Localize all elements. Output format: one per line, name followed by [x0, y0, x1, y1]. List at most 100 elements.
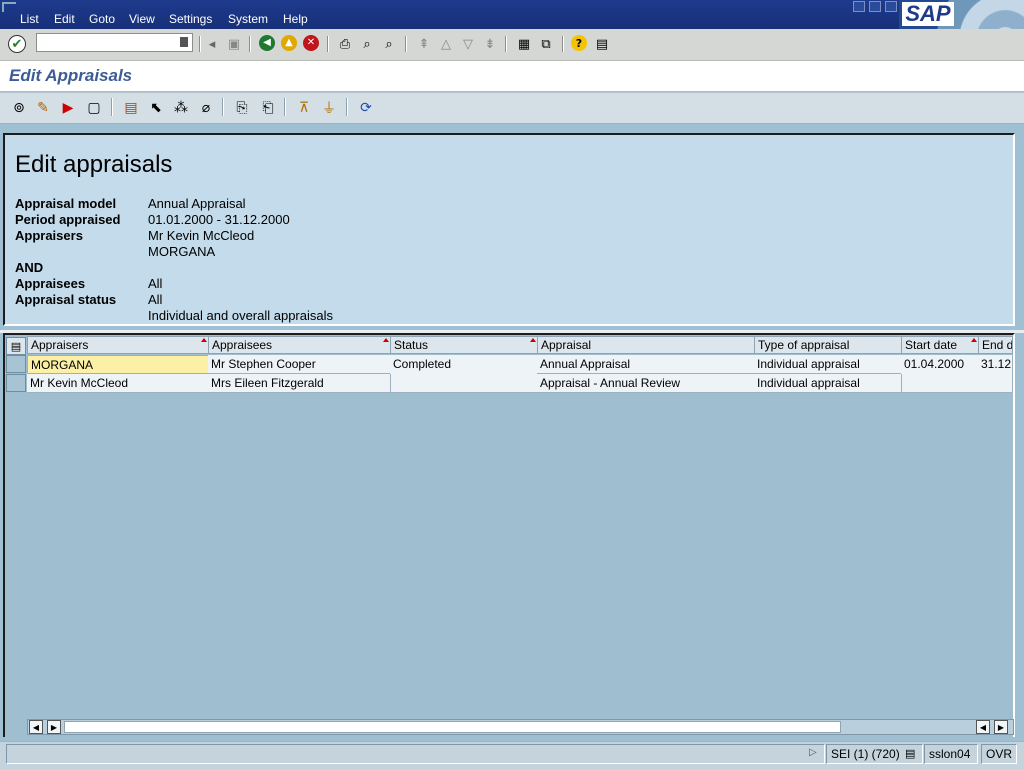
- cell-appraisal[interactable]: Annual Appraisal: [537, 355, 755, 374]
- menu-list[interactable]: List: [20, 12, 39, 26]
- scroll-page-right-icon[interactable]: ▶: [994, 720, 1008, 734]
- field-value-appraiser-2: MORGANA: [148, 244, 216, 259]
- menu-system[interactable]: System: [228, 12, 268, 26]
- toolbar-separator: [562, 36, 564, 52]
- deselect-icon[interactable]: ⌀: [195, 97, 217, 119]
- exit-icon[interactable]: ▲: [281, 35, 297, 51]
- field-label-and: AND: [15, 260, 44, 275]
- minimize-button[interactable]: [853, 1, 865, 12]
- scrollbar-thumb[interactable]: [64, 721, 841, 733]
- col-header-end-date[interactable]: End d: [978, 336, 1013, 354]
- create-icon[interactable]: ▢: [83, 97, 105, 119]
- row-selector[interactable]: [6, 355, 26, 373]
- col-header-start-date[interactable]: Start date: [901, 336, 979, 354]
- previous-page-icon[interactable]: △: [437, 35, 455, 53]
- filter-icon[interactable]: ⏚: [318, 97, 340, 119]
- toolbar-separator: [505, 36, 507, 52]
- scroll-right-icon[interactable]: ▶: [47, 720, 61, 734]
- col-header-appraisees[interactable]: Appraisees: [208, 336, 391, 354]
- page-title: Edit Appraisals: [9, 66, 133, 85]
- field-label-period: Period appraised: [15, 212, 121, 227]
- toolbar-separator: [249, 36, 251, 52]
- menu-bar: List Edit Goto View Settings System Help: [0, 0, 1024, 29]
- sap-logo: SAP: [902, 2, 954, 26]
- title-bar: [0, 61, 1024, 91]
- next-page-icon[interactable]: ▽: [459, 35, 477, 53]
- cell-appraiser[interactable]: MORGANA: [27, 355, 209, 374]
- display-icon[interactable]: ⊚: [8, 97, 30, 119]
- col-header-status[interactable]: Status: [390, 336, 538, 354]
- row-selector[interactable]: [6, 374, 26, 392]
- select-all-rows-icon[interactable]: ▤: [6, 337, 26, 355]
- field-value-appraiser-1: Mr Kevin McCleod: [148, 228, 255, 243]
- col-header-label: Start date: [905, 338, 958, 352]
- refresh-icon[interactable]: ⟳: [355, 97, 377, 119]
- menu-settings[interactable]: Settings: [169, 12, 212, 26]
- scroll-page-left-icon[interactable]: ◀: [976, 720, 990, 734]
- scroll-left-icon[interactable]: ◀: [29, 720, 43, 734]
- last-page-icon[interactable]: ⇟: [481, 35, 499, 53]
- col-header-label: End d: [982, 338, 1013, 352]
- cell-appraiser[interactable]: Mr Kevin McCleod: [27, 374, 209, 393]
- save-icon[interactable]: ▣: [225, 35, 243, 53]
- cell-appraisal[interactable]: Appraisal - Annual Review: [537, 374, 755, 393]
- toolbar-separator: [111, 98, 113, 116]
- cell-end-date[interactable]: 31.12: [978, 355, 1013, 393]
- execute-icon[interactable]: ▶: [57, 97, 79, 119]
- help-icon[interactable]: ?: [571, 35, 587, 51]
- select-all-icon[interactable]: ⁂: [170, 97, 192, 119]
- cell-type[interactable]: Individual appraisal: [754, 355, 902, 374]
- menu-edit[interactable]: Edit: [54, 12, 75, 26]
- change-icon[interactable]: ✎: [32, 97, 54, 119]
- header-heading: Edit appraisals: [15, 151, 173, 178]
- menu-view[interactable]: View: [129, 12, 155, 26]
- sort-indicator-icon: [971, 338, 977, 342]
- cell-status[interactable]: Completed: [390, 355, 538, 393]
- back-icon[interactable]: ◀: [259, 35, 275, 51]
- col-header-label: Status: [394, 338, 429, 352]
- find-icon[interactable]: ⌕: [358, 35, 376, 53]
- field-value-status: All: [148, 292, 163, 307]
- field-label-appraisees: Appraisees: [15, 276, 86, 291]
- cell-appraisee[interactable]: Mrs Eileen Fitzgerald: [208, 374, 391, 393]
- system-info-text: SEI (1) (720): [831, 747, 900, 761]
- cell-type[interactable]: Individual appraisal: [754, 374, 902, 393]
- col-header-appraisers[interactable]: Appraisers: [27, 336, 209, 354]
- select-icon[interactable]: ⬉: [145, 97, 167, 119]
- enter-icon[interactable]: ✔: [8, 35, 26, 53]
- sort-indicator-icon: [383, 338, 389, 342]
- back-arrow-small-icon[interactable]: ◂: [203, 35, 221, 53]
- sort-ascending-icon[interactable]: ⊼: [293, 97, 315, 119]
- export-icon[interactable]: ⎘: [231, 97, 253, 119]
- col-header-label: Type of appraisal: [758, 338, 850, 352]
- create-shortcut-icon[interactable]: ⧉: [537, 35, 555, 53]
- cell-start-date[interactable]: 01.04.2000: [901, 355, 979, 393]
- col-header-appraisal[interactable]: Appraisal: [537, 336, 755, 354]
- layout-menu-icon[interactable]: ▤: [593, 35, 611, 53]
- cell-appraisee[interactable]: Mr Stephen Cooper: [208, 355, 391, 374]
- insert-mode[interactable]: OVR: [981, 744, 1017, 764]
- window-corner-icon: [2, 2, 16, 12]
- toolbar-separator: [199, 36, 201, 52]
- field-value-period: 01.01.2000 - 31.12.2000: [148, 212, 290, 227]
- close-window-button[interactable]: [885, 1, 897, 12]
- menu-goto[interactable]: Goto: [89, 12, 115, 26]
- first-page-icon[interactable]: ⇞: [415, 35, 433, 53]
- details-icon[interactable]: ▤: [120, 97, 142, 119]
- find-next-icon[interactable]: ⌕: [380, 35, 398, 53]
- print-icon[interactable]: ⎙: [336, 35, 354, 53]
- system-info-list-icon[interactable]: ▤: [905, 747, 915, 760]
- appraisals-grid: [3, 333, 1015, 737]
- create-session-icon[interactable]: ▦: [515, 35, 533, 53]
- command-history-icon[interactable]: [180, 37, 188, 47]
- restore-button[interactable]: [869, 1, 881, 12]
- col-header-label: Appraisees: [212, 338, 273, 352]
- menu-help[interactable]: Help: [283, 12, 308, 26]
- status-expand-icon[interactable]: ▷: [809, 747, 817, 758]
- col-header-type[interactable]: Type of appraisal: [754, 336, 902, 354]
- import-icon[interactable]: ⎗: [257, 97, 279, 119]
- toolbar-separator: [327, 36, 329, 52]
- command-field[interactable]: [36, 33, 193, 52]
- field-value-appraisal-model: Annual Appraisal: [148, 196, 246, 211]
- cancel-icon[interactable]: ✕: [303, 35, 319, 51]
